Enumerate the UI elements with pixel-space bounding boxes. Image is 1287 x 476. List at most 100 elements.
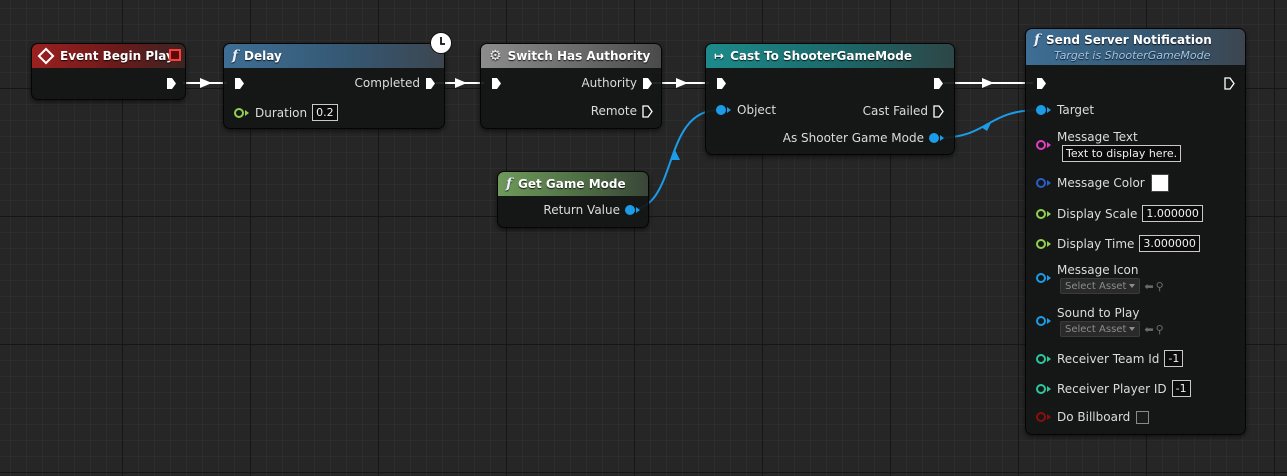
send-server-notification-node[interactable]: f Send Server Notification Target is Sho… <box>1025 28 1246 435</box>
message-icon-asset-picker[interactable]: Select Asset <box>1060 278 1141 294</box>
notify-exec-in-pin[interactable] <box>1036 77 1047 90</box>
notify-message-text-pin[interactable]: Message Text Text to display here. <box>1036 130 1182 162</box>
switch-has-authority-node[interactable]: ⚙ Switch Has Authority Authority Remote <box>480 43 662 129</box>
notify-receiver-team-pin[interactable]: Receiver Team Id -1 <box>1036 350 1184 367</box>
exec-pin-icon <box>717 78 726 89</box>
use-selected-arrow-icon[interactable]: ⬅ <box>1144 280 1153 293</box>
switch-has-authority-header[interactable]: ⚙ Switch Has Authority <box>481 44 661 68</box>
browse-search-icon[interactable]: ⚲ <box>1156 323 1164 336</box>
notify-message-text-label: Message Text <box>1057 130 1138 144</box>
send-notification-header[interactable]: f Send Server Notification Target is Sho… <box>1026 29 1245 65</box>
switch-exec-in-pin[interactable] <box>491 77 502 90</box>
cast-as-pin[interactable]: As Shooter Game Mode <box>783 131 944 145</box>
delay-completed-pin[interactable]: Completed <box>355 76 436 90</box>
pin-arrow-icon <box>1047 107 1051 113</box>
bool-pin-icon <box>1036 412 1046 422</box>
notify-display-time-pin[interactable]: Display Time 3.000000 <box>1036 235 1200 252</box>
exec-pin-icon <box>934 78 943 89</box>
send-notification-subtitle: Target is ShooterGameMode <box>1054 49 1211 62</box>
notify-receiver-player-input[interactable]: -1 <box>1171 380 1191 397</box>
chevron-down-icon <box>1129 284 1136 288</box>
browse-search-icon[interactable]: ⚲ <box>1156 280 1164 293</box>
delay-duration-input[interactable]: 0.2 <box>312 104 338 121</box>
event-begin-play-header[interactable]: Event Begin Play <box>32 44 185 68</box>
get-game-mode-title: Get Game Mode <box>518 177 626 191</box>
pin-arrow-icon <box>1047 240 1051 247</box>
notify-display-scale-input[interactable]: 1.000000 <box>1142 205 1203 222</box>
notify-receiver-team-label: Receiver Team Id <box>1057 351 1160 366</box>
float-pin-icon <box>1036 238 1046 249</box>
exec-pin-icon <box>235 78 244 89</box>
event-exec-out-pin[interactable] <box>166 77 177 90</box>
delay-exec-in-pin[interactable] <box>234 77 245 90</box>
notify-billboard-pin[interactable]: Do Billboard <box>1036 410 1150 424</box>
delay-node[interactable]: f Delay Completed Duration 0.2 <box>223 43 445 129</box>
notify-target-pin[interactable]: Target <box>1036 103 1094 117</box>
delay-duration-pin[interactable]: Duration 0.2 <box>234 104 338 121</box>
pin-arrow-icon <box>245 109 249 116</box>
notify-sound-label: Sound to Play <box>1057 306 1140 320</box>
delay-title: Delay <box>244 49 282 63</box>
delay-completed-label: Completed <box>354 76 420 90</box>
notify-receiver-player-pin[interactable]: Receiver Player ID -1 <box>1036 380 1191 397</box>
delay-duration-label: Duration <box>255 105 308 120</box>
notify-display-time-input[interactable]: 3.000000 <box>1139 235 1200 252</box>
object-pin-icon <box>625 205 635 215</box>
data-arrow-1 <box>670 150 680 160</box>
gear-icon: ⚙ <box>489 48 502 64</box>
object-pin-icon <box>1036 273 1046 283</box>
notify-display-scale-pin[interactable]: Display Scale 1.000000 <box>1036 205 1203 222</box>
cast-object-pin[interactable]: Object <box>716 103 776 117</box>
exec-arrow-3 <box>676 78 688 88</box>
exec-pin-icon <box>1037 78 1046 89</box>
exec-pin-empty-icon <box>1224 77 1235 90</box>
get-game-mode-node[interactable]: f Get Game Mode Return Value <box>497 171 649 228</box>
pin-arrow-icon <box>1047 385 1051 392</box>
get-game-mode-return-label: Return Value <box>543 203 620 217</box>
cast-arrow-icon: ↦ <box>714 49 725 63</box>
notify-billboard-checkbox[interactable] <box>1136 410 1150 424</box>
switch-remote-pin[interactable]: Remote <box>591 104 653 118</box>
function-f-icon: f <box>506 176 513 192</box>
switch-authority-label: Authority <box>581 76 637 90</box>
notify-message-color-pin[interactable]: Message Color <box>1036 174 1169 192</box>
event-delegate-pin[interactable] <box>169 49 181 61</box>
cast-exec-in-pin[interactable] <box>716 77 727 90</box>
cast-node[interactable]: ↦ Cast To ShooterGameMode Object Cast Fa… <box>705 43 955 155</box>
pin-arrow-icon <box>1047 210 1051 217</box>
notify-message-icon-label: Message Icon <box>1057 263 1139 277</box>
get-game-mode-return-pin[interactable]: Return Value <box>543 203 640 217</box>
notify-exec-out-pin[interactable] <box>1224 77 1235 90</box>
exec-pin-empty-icon <box>933 104 944 118</box>
pin-arrow-icon <box>940 135 944 141</box>
text-pin-icon <box>1036 140 1046 150</box>
asset-picker-label: Select Asset <box>1065 323 1127 335</box>
notify-message-text-input[interactable]: Text to display here. <box>1062 145 1182 162</box>
pin-arrow-icon <box>1047 355 1051 362</box>
pin-arrow-icon <box>727 107 731 113</box>
exec-arrow-1 <box>200 78 212 88</box>
float-pin-icon <box>1036 208 1046 219</box>
float-pin-icon <box>234 107 244 118</box>
notify-receiver-team-input[interactable]: -1 <box>1164 350 1184 367</box>
exec-arrow-2 <box>455 78 467 88</box>
switch-authority-pin[interactable]: Authority <box>581 76 653 90</box>
cast-exec-out-pin[interactable] <box>933 77 944 90</box>
delay-header[interactable]: f Delay <box>224 44 444 68</box>
asset-picker-label: Select Asset <box>1065 280 1127 292</box>
notify-sound-pin[interactable]: Sound to Play Select Asset ⬅ ⚲ <box>1036 306 1164 337</box>
event-begin-play-node[interactable]: Event Begin Play <box>31 43 186 100</box>
function-f-icon: f <box>232 48 239 64</box>
cast-failed-pin[interactable]: Cast Failed <box>863 104 944 118</box>
send-notification-title: Send Server Notification <box>1046 33 1212 47</box>
int-pin-icon <box>1036 383 1046 394</box>
sound-asset-picker[interactable]: Select Asset <box>1060 321 1141 337</box>
get-game-mode-header[interactable]: f Get Game Mode <box>498 172 648 196</box>
cast-header[interactable]: ↦ Cast To ShooterGameMode <box>706 44 954 68</box>
notify-color-swatch[interactable] <box>1150 174 1169 192</box>
object-pin-icon <box>716 105 726 115</box>
object-pin-icon <box>929 133 939 143</box>
pin-arrow-icon <box>636 207 640 213</box>
use-selected-arrow-icon[interactable]: ⬅ <box>1144 323 1153 336</box>
notify-message-icon-pin[interactable]: Message Icon Select Asset ⬅ ⚲ <box>1036 263 1164 294</box>
